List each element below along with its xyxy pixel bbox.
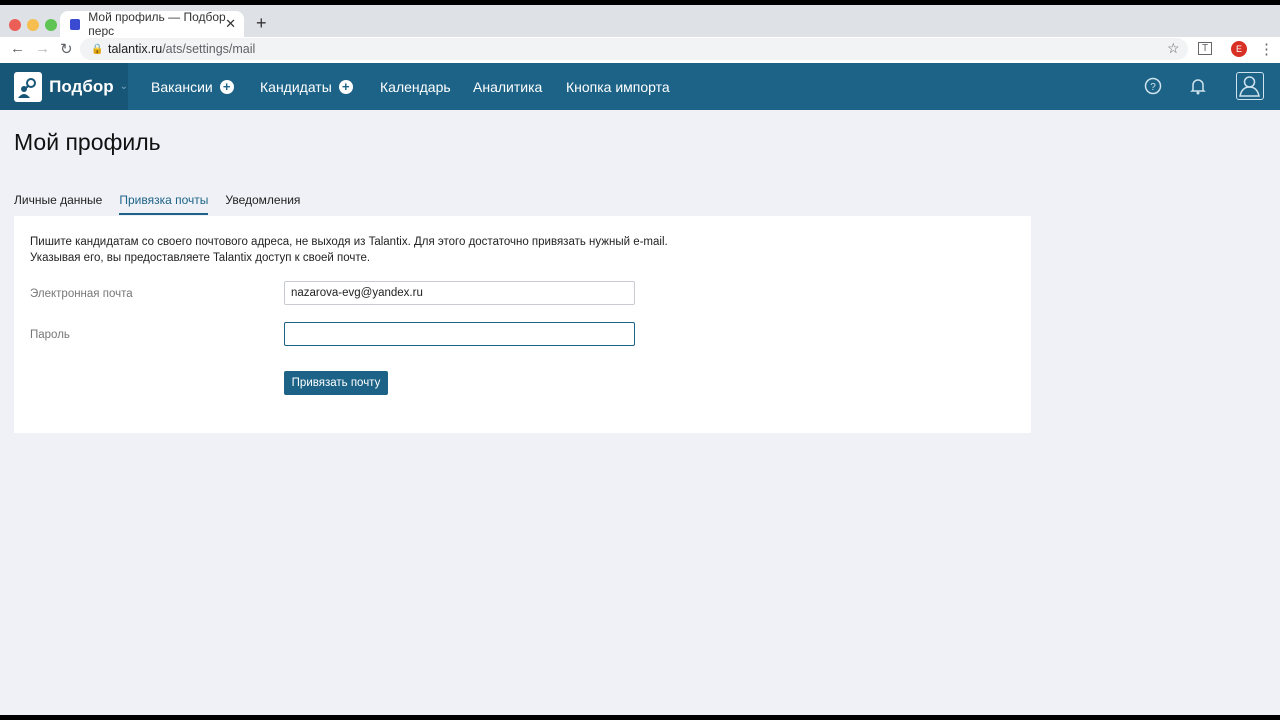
menu-icon[interactable]: ⋮ <box>1259 40 1274 58</box>
nav-analytics[interactable]: Аналитика <box>473 63 542 110</box>
nav-vacancies[interactable]: Вакансии + <box>151 63 234 110</box>
password-label: Пароль <box>30 329 70 341</box>
browser-tab[interactable]: Мой профиль — Подбор перс ✕ <box>60 10 244 38</box>
url-input[interactable]: 🔒 talantix.ru/ats/settings/mail <box>80 38 1188 60</box>
maximize-window-button[interactable] <box>45 19 57 31</box>
lock-icon: 🔒 <box>91 43 104 55</box>
user-icon <box>1239 76 1260 97</box>
profile-avatar[interactable]: E <box>1231 41 1247 57</box>
user-profile-button[interactable] <box>1236 72 1264 100</box>
close-tab-icon[interactable]: ✕ <box>225 16 236 32</box>
intro-line: Пишите кандидатам со своего почтового ад… <box>30 236 668 248</box>
close-window-button[interactable] <box>9 19 21 31</box>
extension-icon[interactable]: T <box>1198 42 1213 55</box>
url-host: talantix.ru <box>108 42 163 56</box>
email-field[interactable] <box>284 281 635 305</box>
intro-line: Указывая его, вы предоставляете Talantix… <box>30 252 371 264</box>
bookmark-star-icon[interactable]: ☆ <box>1167 40 1180 57</box>
svg-text:?: ? <box>1150 82 1156 93</box>
page-content: Мой профиль Личные данные Привязка почты… <box>0 110 1280 715</box>
reload-icon[interactable]: ↻ <box>60 40 73 58</box>
logo-icon <box>14 71 43 102</box>
help-icon[interactable]: ? <box>1144 77 1162 100</box>
nav-label: Кандидаты <box>260 78 332 95</box>
profile-tabs: Личные данные Привязка почты Уведомления <box>14 193 300 215</box>
nav-candidates[interactable]: Кандидаты + <box>260 63 353 110</box>
nav-label: Вакансии <box>151 78 213 95</box>
back-icon[interactable]: ← <box>10 40 25 57</box>
forward-icon[interactable]: → <box>35 40 50 57</box>
nav-calendar[interactable]: Календарь <box>380 63 451 110</box>
new-tab-button[interactable]: + <box>256 13 267 34</box>
tab-personal-data[interactable]: Личные данные <box>14 193 102 215</box>
top-navigation: Подбор ⌄ Вакансии + Кандидаты + Календарь … <box>0 63 1280 110</box>
tab-mail-binding[interactable]: Привязка почты <box>119 193 209 215</box>
add-vacancy-icon[interactable]: + <box>219 79 234 94</box>
brand-switcher[interactable]: Подбор ⌄ <box>0 63 128 110</box>
password-field[interactable] <box>284 322 635 346</box>
url-path: /ats/settings/mail <box>162 42 256 56</box>
minimize-window-button[interactable] <box>27 19 39 31</box>
chevron-down-icon: ⌄ <box>119 81 128 92</box>
bind-mail-button[interactable]: Привязать почту <box>284 371 388 395</box>
email-label: Электронная почта <box>30 288 133 300</box>
tab-notifications[interactable]: Уведомления <box>225 193 300 215</box>
tab-title: Мой профиль — Подбор перс <box>88 10 226 38</box>
browser-tabbar: Мой профиль — Подбор перс ✕ + <box>0 5 1280 38</box>
add-candidate-icon[interactable]: + <box>338 79 353 94</box>
address-bar: ← → ↻ 🔒 talantix.ru/ats/settings/mail ☆ … <box>0 37 1280 63</box>
intro-text: Пишите кандидатам со своего почтового ад… <box>30 234 668 266</box>
nav-import-button[interactable]: Кнопка импорта <box>566 63 670 110</box>
favicon-icon <box>70 18 81 30</box>
mail-binding-form: Пишите кандидатам со своего почтового ад… <box>14 216 1031 433</box>
brand-name: Подбор <box>49 76 114 96</box>
page-title: Мой профиль <box>14 129 161 155</box>
bell-icon[interactable] <box>1190 78 1206 100</box>
